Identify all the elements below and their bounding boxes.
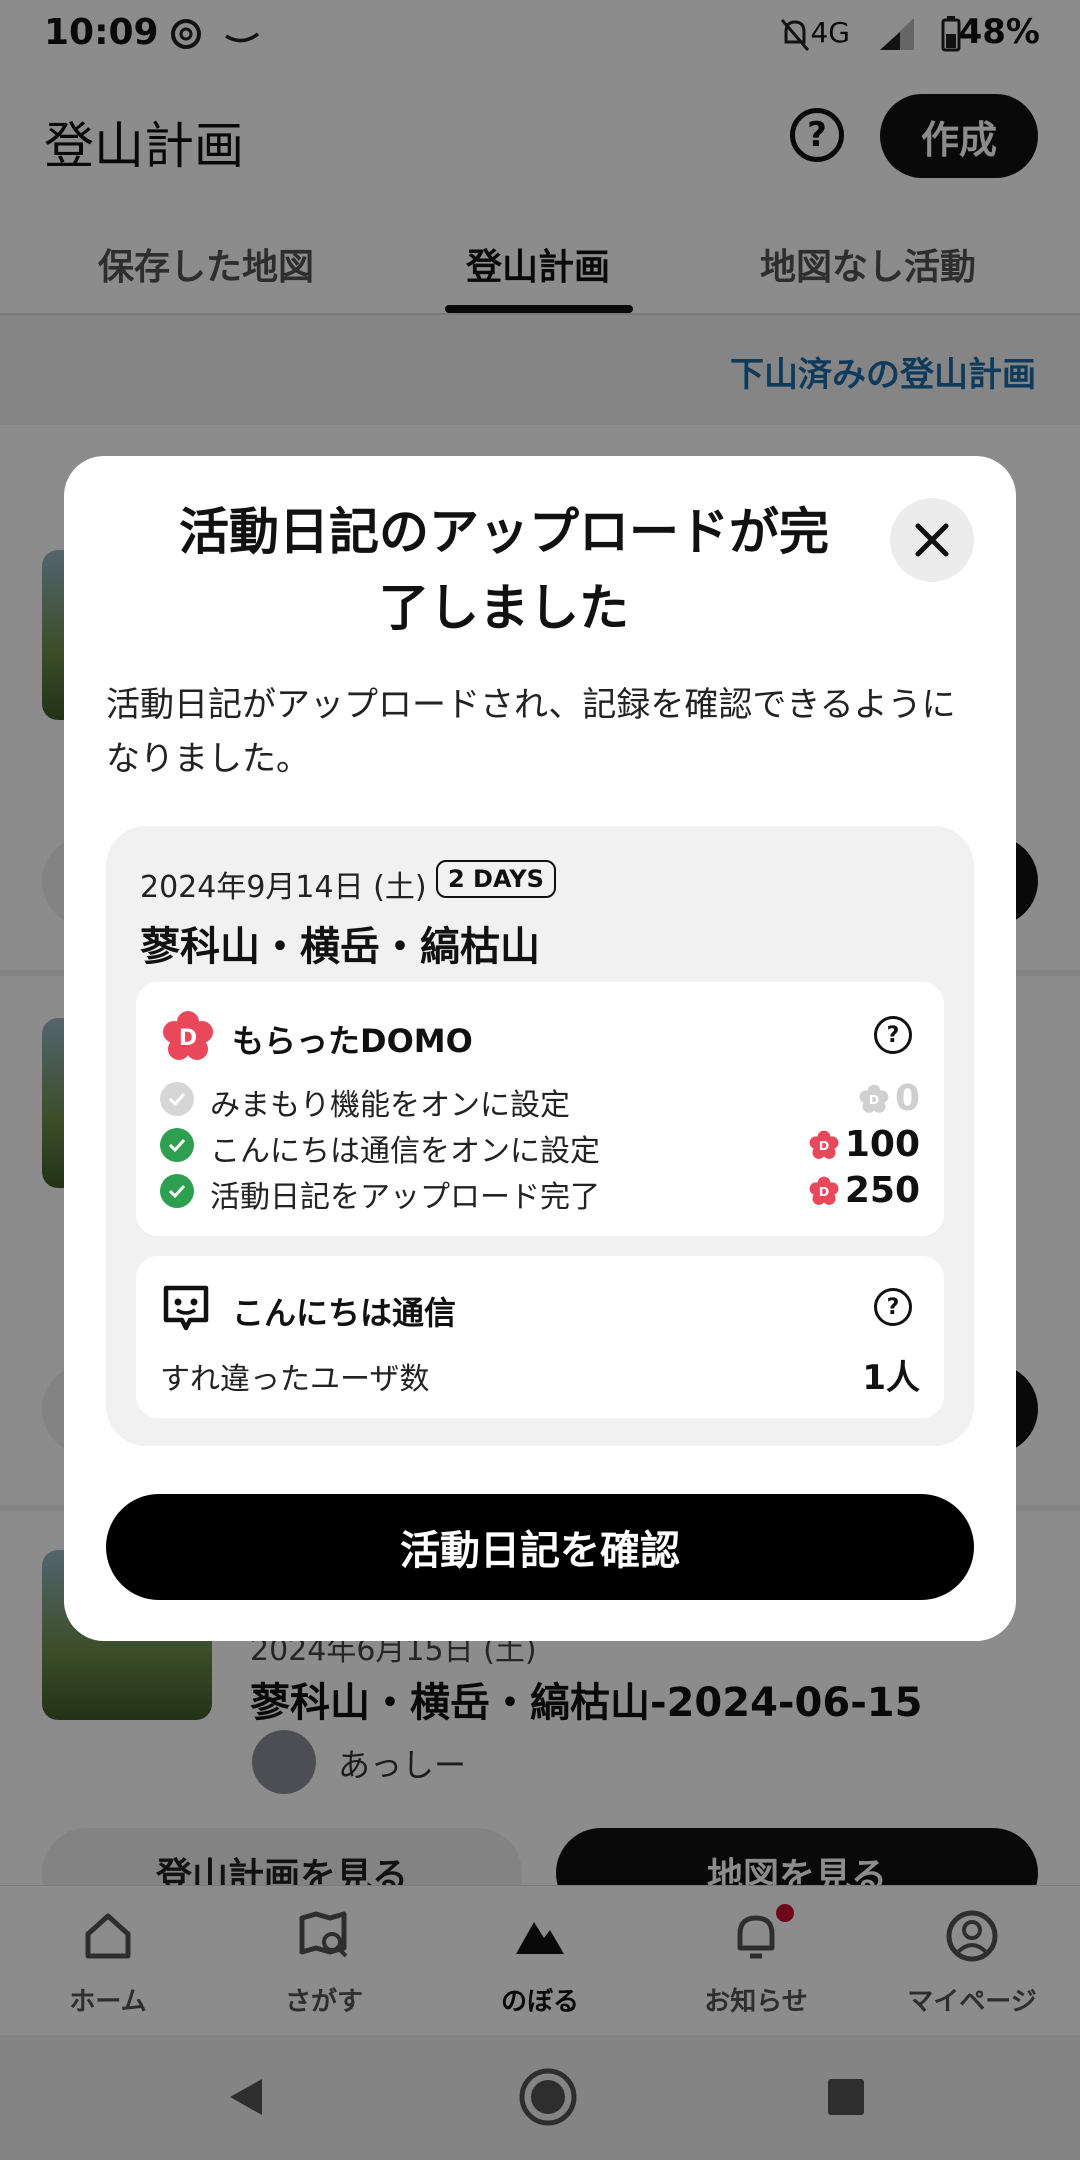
domo-row-label: 活動日記をアップロード完了	[210, 1180, 600, 1215]
help-icon: ?	[886, 1022, 900, 1048]
svg-text:D: D	[179, 1026, 197, 1051]
domo-icon: D	[809, 1130, 839, 1159]
upload-complete-dialog: 活動日記のアップロードが完了しました 活動日記がアップロードされ、記録を確認でき…	[64, 456, 1016, 1641]
domo-row-label: みまもり機能をオンに設定	[210, 1088, 570, 1123]
domo-help-button[interactable]: ?	[874, 1016, 912, 1054]
activity-summary-card: 2024年9月14日 (土) 2 DAYS 蓼科山・横岳・縞枯山 D もらったD…	[106, 826, 974, 1446]
konnichiwa-help-button[interactable]: ?	[874, 1288, 912, 1326]
svg-text:D: D	[819, 1138, 830, 1153]
domo-row-value: D 250	[809, 1170, 920, 1211]
domo-row: こんにちは通信をオンに設定 D 100	[160, 1124, 920, 1169]
domo-row-value: D 0	[859, 1078, 920, 1119]
svg-text:D: D	[869, 1092, 880, 1107]
check-icon	[160, 1174, 194, 1208]
domo-row: みまもり機能をオンに設定 D 0	[160, 1078, 920, 1123]
domo-icon: D	[859, 1084, 889, 1113]
domo-icon: D	[163, 1011, 213, 1060]
activity-name: 蓼科山・横岳・縞枯山	[140, 924, 540, 970]
konnichiwa-card: こんにちは通信 ? すれ違ったユーザ数 1人	[136, 1256, 944, 1418]
domo-icon: D	[809, 1176, 839, 1205]
domo-row-label: こんにちは通信をオンに設定	[210, 1134, 600, 1169]
passed-users-count: 1人	[862, 1358, 920, 1398]
activity-date: 2024年9月14日 (土)	[140, 870, 427, 905]
konnichiwa-title: こんにちは通信	[232, 1294, 457, 1332]
domo-row-value: D 100	[809, 1124, 920, 1165]
dialog-description: 活動日記がアップロードされ、記録を確認できるようになりました。	[106, 685, 956, 779]
days-badge: 2 DAYS	[436, 860, 556, 898]
domo-row: 活動日記をアップロード完了 D 250	[160, 1170, 920, 1215]
chat-face-icon	[163, 1285, 209, 1331]
svg-text:D: D	[819, 1184, 830, 1199]
close-button[interactable]	[890, 498, 974, 582]
help-icon: ?	[886, 1294, 900, 1320]
passed-users-label: すれ違ったユーザ数	[160, 1362, 430, 1397]
dialog-title: 活動日記のアップロードが完了しました	[179, 503, 829, 637]
domo-card: D もらったDOMO ? みまもり機能をオンに設定 D 0 こんにちは通信をオン…	[136, 982, 944, 1236]
check-icon	[160, 1128, 194, 1162]
view-diary-button[interactable]: 活動日記を確認	[106, 1494, 974, 1600]
close-icon	[915, 523, 949, 557]
check-icon	[160, 1082, 194, 1116]
domo-title: もらったDOMO	[232, 1022, 473, 1060]
